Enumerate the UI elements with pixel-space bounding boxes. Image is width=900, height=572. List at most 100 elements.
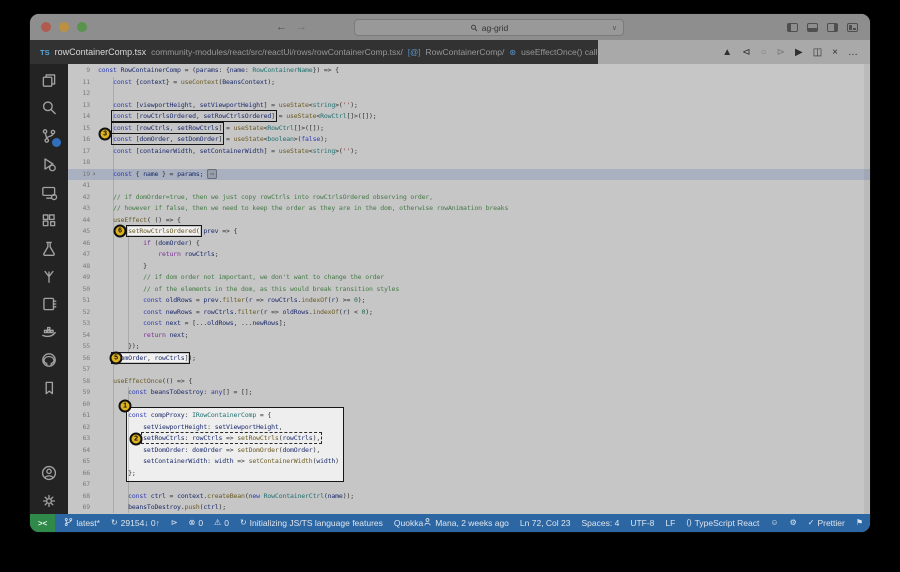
code-line[interactable]: 61 const compProxy: IRowContainerComp = … xyxy=(68,410,870,422)
line-number[interactable]: 53 xyxy=(68,318,90,330)
line-number[interactable]: 58 xyxy=(68,376,90,388)
code-line[interactable]: 46 if (domOrder) { xyxy=(68,238,870,250)
toggle-panel-icon[interactable] xyxy=(807,22,818,32)
code-line[interactable]: 9 const RowContainerComp = (params: {name… xyxy=(68,65,870,77)
status-gitlens-blame[interactable]: Mana, 2 weeks ago xyxy=(423,517,509,529)
line-number[interactable]: 18 xyxy=(68,157,90,169)
line-number[interactable]: 66 xyxy=(68,468,90,480)
code-line[interactable]: 45 setRowCtrlsOrdered( prev => { xyxy=(68,225,870,238)
status-encoding[interactable]: UTF-8 xyxy=(630,518,654,528)
code-line[interactable]: 16 const [domOrder, setDomOrder] = useSt… xyxy=(68,133,870,146)
code-line[interactable]: 52 const newRows = rowCtrls.filter(r => … xyxy=(68,307,870,319)
toggle-sidebar-icon[interactable] xyxy=(787,22,798,32)
code-line[interactable]: 59 const beansToDestroy: any[] = []; xyxy=(68,387,870,399)
run-or-debug-icon[interactable]: ▶ xyxy=(795,47,803,58)
code-line[interactable]: 17 const [containerWidth, setContainerWi… xyxy=(68,146,870,158)
settings-gear-icon[interactable] xyxy=(40,492,58,510)
folded-code-marker[interactable]: ⋯ xyxy=(207,168,217,179)
line-number[interactable]: 69 xyxy=(68,502,90,514)
status-cursor-position[interactable]: Ln 72, Col 23 xyxy=(520,518,571,528)
line-number[interactable]: 62 xyxy=(68,422,90,434)
status-feedback[interactable]: ☺ xyxy=(770,519,778,527)
line-number[interactable]: 43 xyxy=(68,203,90,215)
code-line[interactable]: 50 // of the elements in the dom, as thi… xyxy=(68,284,870,296)
line-number[interactable]: 44 xyxy=(68,215,90,227)
line-number[interactable]: 41 xyxy=(68,180,90,192)
code-line[interactable]: 19 › const { name } = params; ⋯ xyxy=(68,168,870,181)
line-number[interactable]: 11 xyxy=(68,77,90,89)
search-icon[interactable] xyxy=(40,99,58,117)
code-line[interactable]: 58 useEffectOnce(() => { xyxy=(68,376,870,388)
line-number[interactable]: 57 xyxy=(68,364,90,376)
toggle-secondary-sidebar-icon[interactable] xyxy=(827,22,838,32)
code-line[interactable]: 13 const [viewportHeight, setViewportHei… xyxy=(68,100,870,112)
line-number[interactable]: 54 xyxy=(68,330,90,342)
line-number[interactable]: 14 xyxy=(68,111,90,123)
code-line[interactable]: 54 return next; xyxy=(68,330,870,342)
line-number[interactable]: 47 xyxy=(68,249,90,261)
status-language-mode[interactable]: () TypeScript React xyxy=(686,518,759,528)
close-window-button[interactable] xyxy=(41,22,51,32)
line-number[interactable]: 52 xyxy=(68,307,90,319)
code-line[interactable]: 55 }); xyxy=(68,341,870,353)
line-number[interactable]: 68 xyxy=(68,491,90,503)
code-line[interactable]: 11 const {context} = useContext(BeansCon… xyxy=(68,77,870,89)
remote-indicator[interactable]: >< xyxy=(30,514,56,532)
status-git-sync[interactable]: ↻ 29154↓ 0↑ xyxy=(111,518,160,528)
nav-back-circle-icon[interactable]: ⊲ xyxy=(742,47,750,58)
status-problems-warnings[interactable]: ⚠ 0 xyxy=(214,518,229,528)
claw-extension-icon[interactable] xyxy=(40,267,58,285)
more-actions-icon[interactable]: … xyxy=(848,47,858,58)
line-number[interactable]: 61 xyxy=(68,410,90,422)
code-line[interactable]: 48 } xyxy=(68,261,870,273)
line-number[interactable]: 49 xyxy=(68,272,90,284)
testing-beaker-icon[interactable] xyxy=(40,239,58,257)
editor-tab[interactable]: TS rowContainerComp.tsx community-module… xyxy=(30,40,598,64)
line-number[interactable]: 48 xyxy=(68,261,90,273)
code-line[interactable]: 42 // if domOrder=true, then we just cop… xyxy=(68,192,870,204)
code-line[interactable]: 49 // if dom order not important, we don… xyxy=(68,272,870,284)
code-line[interactable]: 43 // however if false, then we need to … xyxy=(68,203,870,215)
line-number[interactable]: 65 xyxy=(68,456,90,468)
code-editor[interactable]: 9 const RowContainerComp = (params: {name… xyxy=(68,64,870,514)
code-line[interactable]: 69 beansToDestroy.push(ctrl); xyxy=(68,502,870,514)
status-extension-gear[interactable]: ⚙ xyxy=(790,519,797,527)
line-number[interactable]: 12 xyxy=(68,88,90,100)
explorer-icon[interactable] xyxy=(40,71,58,89)
code-line[interactable]: 47 return rowCtrls; xyxy=(68,249,870,261)
line-number[interactable]: 51 xyxy=(68,295,90,307)
code-line[interactable]: 41 xyxy=(68,180,870,192)
line-number[interactable]: 9 xyxy=(68,65,90,77)
minimize-window-button[interactable] xyxy=(59,22,69,32)
breadcrumb[interactable]: community-modules/react/src/reactUi/rows… xyxy=(151,47,403,57)
line-number[interactable]: 63 xyxy=(68,433,90,445)
customize-layout-icon[interactable] xyxy=(847,22,858,32)
status-indentation[interactable]: Spaces: 4 xyxy=(582,518,620,528)
history-forward-button[interactable]: → xyxy=(296,21,307,33)
line-number[interactable]: 15 xyxy=(68,123,90,135)
run-debug-icon[interactable] xyxy=(40,155,58,173)
line-number[interactable]: 45 xyxy=(68,226,90,238)
code-line[interactable]: 66 }; xyxy=(68,468,870,480)
line-number[interactable]: 50 xyxy=(68,284,90,296)
status-prettier[interactable]: ✓ Prettier xyxy=(808,518,845,528)
code-line[interactable]: 68 const ctrl = context.createBean(new R… xyxy=(68,491,870,503)
github-icon[interactable] xyxy=(40,351,58,369)
code-line[interactable]: 15 const [rowCtrls, setRowCtrls] = useSt… xyxy=(68,121,870,135)
code-line[interactable]: 53 const next = [...oldRows, ...newRows]… xyxy=(68,318,870,330)
line-number[interactable]: 19 xyxy=(68,169,90,181)
remote-explorer-icon[interactable] xyxy=(40,183,58,201)
code-line[interactable]: 14 const [rowCtrlsOrdered, setRowCtrlsOr… xyxy=(68,110,870,123)
line-number[interactable]: 55 xyxy=(68,341,90,353)
code-line[interactable]: 12 xyxy=(68,88,870,100)
line-number[interactable]: 60 xyxy=(68,399,90,411)
history-back-button[interactable]: ← xyxy=(276,21,287,33)
code-line[interactable]: 51 const oldRows = prev.filter(r => rowC… xyxy=(68,295,870,307)
line-number[interactable]: 64 xyxy=(68,445,90,457)
bookmark-icon[interactable] xyxy=(40,379,58,397)
status-eol[interactable]: LF xyxy=(665,518,675,528)
close-editor-icon[interactable]: × xyxy=(832,47,838,58)
account-icon[interactable] xyxy=(40,464,58,482)
code-line[interactable]: 44 useEffect( () => { xyxy=(68,215,870,227)
code-line[interactable]: 62 setViewportHeight: setViewportHeight, xyxy=(68,422,870,434)
